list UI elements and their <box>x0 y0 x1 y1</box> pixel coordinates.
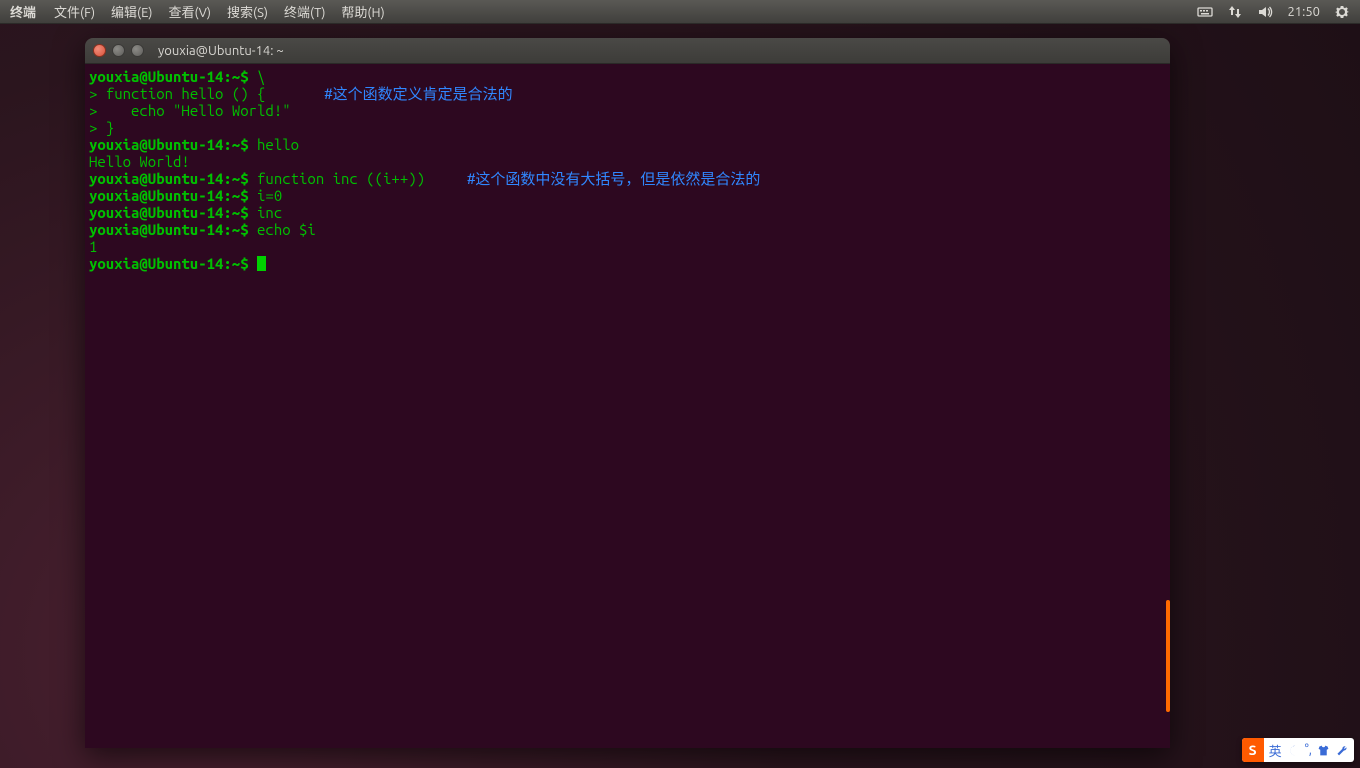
terminal-comment: #这个函数中没有大括号，但是依然是合法的 <box>467 170 760 187</box>
terminal-command: echo $i <box>257 221 316 238</box>
terminal-line: youxia@Ubuntu-14:~$ inc <box>89 204 1166 221</box>
terminal-continuation-prompt: > <box>89 119 106 136</box>
clock[interactable]: 21:50 <box>1287 5 1320 19</box>
top-panel: 终端 文件(F) 编辑(E) 查看(V) 搜索(S) 终端(T) 帮助(H) 2… <box>0 0 1360 24</box>
menu-edit[interactable]: 编辑(E) <box>103 2 160 21</box>
terminal-prompt: youxia@Ubuntu-14:~$ <box>89 170 257 187</box>
terminal-viewport[interactable]: youxia@Ubuntu-14:~$ \> function hello ()… <box>85 64 1170 748</box>
terminal-line: youxia@Ubuntu-14:~$ <box>89 255 1166 272</box>
terminal-line: > function hello () { #这个函数定义肯定是合法的 <box>89 85 1166 102</box>
window-close-button[interactable] <box>93 44 106 57</box>
terminal-line: 1 <box>89 238 1166 255</box>
terminal-command: inc <box>257 204 282 221</box>
menu-search[interactable]: 搜索(S) <box>219 2 276 21</box>
terminal-prompt: youxia@Ubuntu-14:~$ <box>89 221 257 238</box>
terminal-line: > echo "Hello World!" <box>89 102 1166 119</box>
volume-icon[interactable] <box>1257 4 1273 20</box>
keyboard-indicator-icon[interactable] <box>1197 4 1213 20</box>
terminal-cursor <box>257 256 266 271</box>
terminal-line: youxia@Ubuntu-14:~$ \ <box>89 68 1166 85</box>
menu-view[interactable]: 查看(V) <box>161 2 219 21</box>
app-label: 终端 <box>6 2 46 21</box>
scrollbar-thumb[interactable] <box>1166 600 1170 712</box>
terminal-continuation-prompt: > <box>89 102 106 119</box>
ime-separator: °, <box>1305 743 1312 757</box>
terminal-command: \ <box>257 68 265 85</box>
terminal-line: youxia@Ubuntu-14:~$ function inc ((i++))… <box>89 170 1166 187</box>
ime-panel[interactable]: S 英 °, <box>1242 738 1354 762</box>
terminal-command: i=0 <box>257 187 282 204</box>
terminal-continuation-prompt: > <box>89 85 106 102</box>
terminal-line: Hello World! <box>89 153 1166 170</box>
menu-file[interactable]: 文件(F) <box>46 2 103 21</box>
window-titlebar[interactable]: youxia@Ubuntu-14: ~ <box>85 38 1170 64</box>
terminal-command: echo "Hello World!" <box>106 102 291 119</box>
terminal-prompt: youxia@Ubuntu-14:~$ <box>89 68 257 85</box>
terminal-line: youxia@Ubuntu-14:~$ echo $i <box>89 221 1166 238</box>
terminal-command: } <box>106 119 114 136</box>
window-minimize-button[interactable] <box>112 44 125 57</box>
terminal-prompt: youxia@Ubuntu-14:~$ <box>89 136 257 153</box>
terminal-line: > } <box>89 119 1166 136</box>
window-maximize-button[interactable] <box>131 44 144 57</box>
terminal-comment: #这个函数定义肯定是合法的 <box>324 85 512 102</box>
menubar: 文件(F) 编辑(E) 查看(V) 搜索(S) 终端(T) 帮助(H) <box>46 2 393 21</box>
shirt-icon[interactable] <box>1317 744 1330 757</box>
menu-terminal[interactable]: 终端(T) <box>276 2 333 21</box>
sogou-logo-icon: S <box>1242 738 1264 762</box>
system-tray: 21:50 <box>1197 4 1354 20</box>
terminal-output: Hello World! <box>89 153 190 170</box>
terminal-prompt: youxia@Ubuntu-14:~$ <box>89 255 257 272</box>
terminal-prompt: youxia@Ubuntu-14:~$ <box>89 187 257 204</box>
terminal-command: function inc ((i++)) <box>257 170 467 187</box>
terminal-prompt: youxia@Ubuntu-14:~$ <box>89 204 257 221</box>
terminal-command: function hello () { <box>106 85 324 102</box>
window-title: youxia@Ubuntu-14: ~ <box>158 44 284 58</box>
terminal-output: 1 <box>89 238 97 255</box>
network-updown-icon[interactable] <box>1227 4 1243 20</box>
terminal-command: hello <box>257 136 299 153</box>
terminal-line: youxia@Ubuntu-14:~$ hello <box>89 136 1166 153</box>
terminal-line: youxia@Ubuntu-14:~$ i=0 <box>89 187 1166 204</box>
gear-icon[interactable] <box>1334 4 1350 20</box>
ime-language-label[interactable]: 英 <box>1269 741 1282 760</box>
terminal-window: youxia@Ubuntu-14: ~ youxia@Ubuntu-14:~$ … <box>85 38 1170 748</box>
moon-icon[interactable] <box>1287 744 1300 757</box>
wrench-icon[interactable] <box>1335 744 1348 757</box>
menu-help[interactable]: 帮助(H) <box>333 2 392 21</box>
